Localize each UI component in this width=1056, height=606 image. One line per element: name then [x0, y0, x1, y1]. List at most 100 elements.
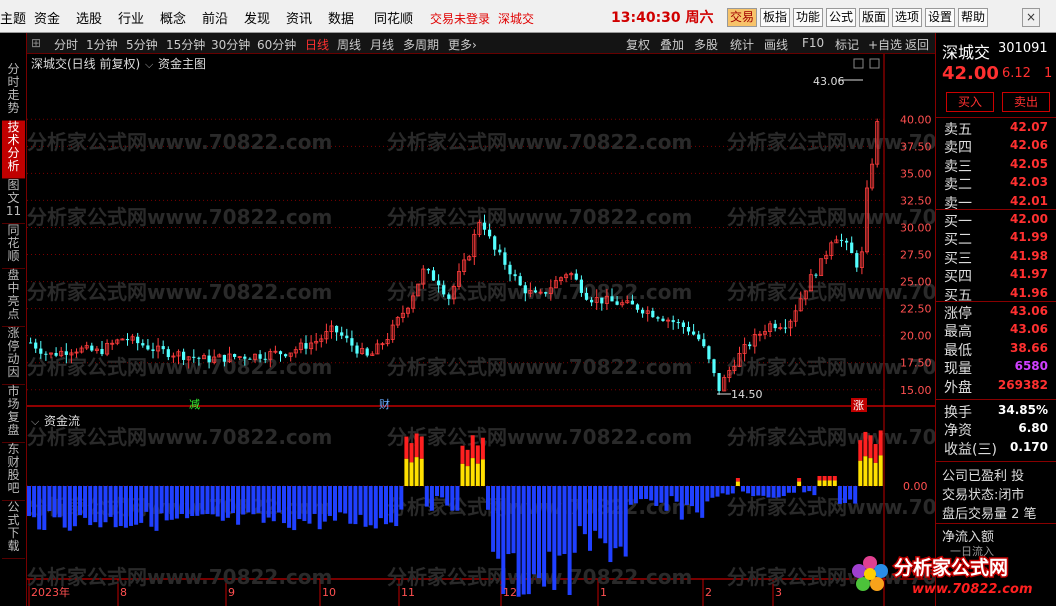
ask-row[interactable]: 卖五 42.07: [942, 119, 1054, 138]
tool-watchlist[interactable]: +自选: [868, 36, 902, 53]
formula-button[interactable]: 公式: [826, 8, 856, 27]
stat2-row[interactable]: 净资 6.80: [942, 420, 1054, 439]
period-1m[interactable]: 1分钟: [86, 36, 118, 53]
main-indicator-name[interactable]: 资金主图: [158, 56, 206, 71]
y-tick-label: 20.00: [900, 330, 932, 343]
ask-row[interactable]: 卖三 42.05: [942, 156, 1054, 175]
nav-review[interactable]: 市场复盘: [2, 385, 25, 443]
period-weekly[interactable]: 周线: [337, 36, 361, 53]
period-multi[interactable]: 多周期: [403, 36, 439, 53]
menu-concept[interactable]: 概念: [160, 8, 186, 27]
stat2-row[interactable]: 收益(三) 0.170: [942, 439, 1054, 458]
tool-adjust[interactable]: 复权: [626, 36, 650, 53]
period-60m[interactable]: 60分钟: [257, 36, 296, 53]
bid-row[interactable]: 买四 41.97: [942, 266, 1054, 285]
outflow-bar: [348, 486, 353, 524]
nav-ths[interactable]: 同花顺: [2, 224, 25, 269]
period-5m[interactable]: 5分钟: [126, 36, 158, 53]
nav-formula-dl[interactable]: 公式下载: [2, 501, 25, 559]
tool-draw[interactable]: 画线: [764, 36, 788, 53]
large-inflow-bar: [419, 458, 424, 486]
nav-technical[interactable]: 技术分析: [2, 121, 25, 179]
stat-row[interactable]: 涨停 43.06: [942, 303, 1054, 322]
outflow-bar: [511, 486, 516, 554]
x-tick-label: 11: [401, 586, 415, 599]
candle-body: [125, 338, 130, 341]
stat-row[interactable]: 外盘 269382: [942, 377, 1054, 396]
bid-row[interactable]: 买五 41.96: [942, 285, 1054, 304]
tool-stats[interactable]: 统计: [730, 36, 754, 53]
large-inflow-bar: [409, 462, 414, 486]
indicator-dropdown-icon[interactable]: ⌵: [145, 58, 154, 71]
y-tick-label: 37.50: [900, 140, 932, 153]
outflow-bar: [62, 486, 67, 528]
event-mark-report[interactable]: 财: [379, 397, 390, 411]
menu-stock-picker[interactable]: 选股: [76, 8, 102, 27]
nav-timeshare[interactable]: 分时走势: [2, 63, 25, 121]
stat2-row[interactable]: 换手 34.85%: [942, 402, 1054, 421]
period-15m[interactable]: 15分钟: [166, 36, 205, 53]
login-status[interactable]: 交易未登录: [430, 10, 490, 27]
buy-button[interactable]: 买入: [946, 92, 994, 112]
sub-indicator-name[interactable]: 资金流: [44, 413, 80, 428]
period-timeshare[interactable]: 分时: [54, 36, 78, 53]
bid-row[interactable]: 买二 41.99: [942, 229, 1054, 248]
tool-multi[interactable]: 多股: [694, 36, 718, 53]
close-icon[interactable]: ×: [1022, 8, 1040, 27]
inflow-bar: [470, 435, 475, 459]
tool-f10[interactable]: F10: [802, 36, 824, 50]
tool-overlay[interactable]: 叠加: [660, 36, 684, 53]
outflow-bar: [307, 486, 312, 524]
ask-row[interactable]: 卖二 42.03: [942, 174, 1054, 193]
settings-button[interactable]: 设置: [925, 8, 955, 27]
large-inflow-bar: [873, 462, 878, 486]
candle-body: [651, 310, 655, 318]
nav-limit-reasons[interactable]: 涨停动因: [2, 327, 25, 385]
help-button[interactable]: 帮助: [958, 8, 988, 27]
menu-theme[interactable]: 主题: [0, 8, 26, 27]
nav-forum[interactable]: 东财股吧: [2, 443, 25, 501]
stat-row[interactable]: 现量 6580: [942, 358, 1054, 377]
bid-row[interactable]: 买一 42.00: [942, 211, 1054, 230]
menu-industry[interactable]: 行业: [118, 8, 144, 27]
period-more[interactable]: 更多›: [448, 36, 477, 53]
trade-button[interactable]: 交易: [727, 8, 757, 27]
menu-news[interactable]: 资讯: [286, 8, 312, 27]
watermark-text: 分析家公式网www.70822.com: [27, 565, 332, 589]
sell-button[interactable]: 卖出: [1002, 92, 1050, 112]
tool-mark[interactable]: 标记: [835, 36, 859, 53]
nav-highlights[interactable]: 盘中亮点: [2, 269, 25, 327]
tool-back[interactable]: 返回: [905, 36, 929, 53]
period-monthly[interactable]: 月线: [370, 36, 394, 53]
outflow-bar: [231, 486, 235, 514]
sub-indicator-dropdown-icon[interactable]: ⌵: [31, 415, 40, 428]
ask-row[interactable]: 卖一 42.01: [942, 193, 1054, 212]
menu-frontier[interactable]: 前沿: [202, 8, 228, 27]
bid-row[interactable]: 买三 41.98: [942, 248, 1054, 267]
event-mark-limit-up[interactable]: 涨: [853, 399, 864, 412]
kline-chart[interactable]: 分析家公式网www.70822.com 分析家公式网www.70822.com 分析…: [27, 54, 935, 606]
info-profit: 公司已盈利 投: [942, 469, 1025, 484]
options-button[interactable]: 选项: [892, 8, 922, 27]
layout-button[interactable]: 版面: [859, 8, 889, 27]
toolbar-settings-icon[interactable]: ⊞: [31, 36, 41, 50]
menu-tonghuashun[interactable]: 同花顺: [374, 8, 413, 27]
y-tick-label: 40.00: [900, 113, 932, 126]
outflow-bar: [725, 486, 730, 495]
stat-row[interactable]: 最高 43.06: [942, 321, 1054, 340]
event-mark-reduce[interactable]: 减: [189, 398, 200, 411]
stat-row[interactable]: 最低 38.66: [942, 340, 1054, 359]
nav-graphic[interactable]: 图文11: [2, 179, 25, 224]
outflow-bar: [572, 486, 577, 553]
outflow-bar: [567, 486, 572, 595]
bid-label: 买三: [944, 250, 972, 267]
index-button[interactable]: 板指: [760, 8, 790, 27]
outflow-bar: [225, 486, 230, 518]
function-button[interactable]: 功能: [793, 8, 823, 27]
period-30m[interactable]: 30分钟: [211, 36, 250, 53]
period-daily[interactable]: 日线: [305, 36, 329, 53]
menu-data[interactable]: 数据: [328, 8, 354, 27]
ask-row[interactable]: 卖四 42.06: [942, 137, 1054, 156]
menu-discover[interactable]: 发现: [244, 8, 270, 27]
menu-funds[interactable]: 资金: [34, 8, 60, 27]
